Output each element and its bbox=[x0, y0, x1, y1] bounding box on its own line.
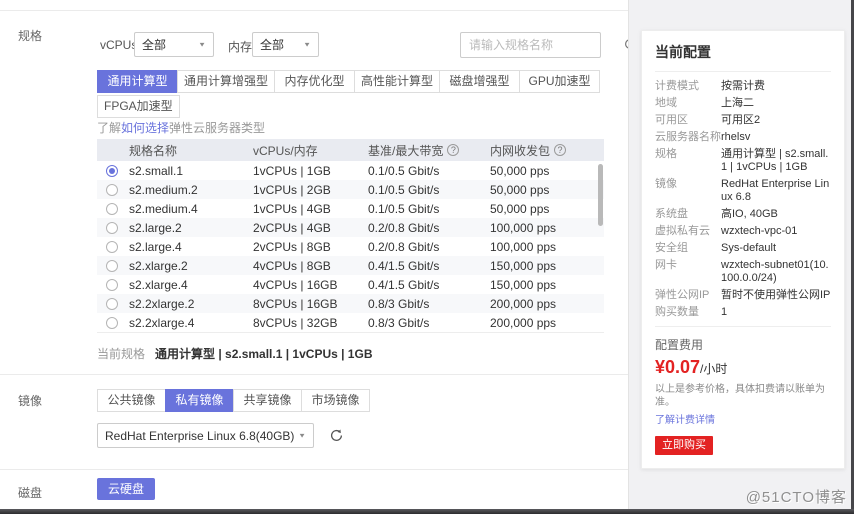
config-card-title: 当前配置 bbox=[655, 42, 831, 72]
tab-fpga-accelerated[interactable]: FPGA加速型 bbox=[97, 95, 180, 118]
config-row: 规格 通用计算型 | s2.small.1 | 1vCPUs | 1GB bbox=[655, 148, 829, 173]
cloud-disk-button[interactable]: 云硬盘 bbox=[97, 478, 155, 500]
col-pps: 内网收发包 ? bbox=[490, 142, 604, 159]
spec-type-tabs: 通用计算型 通用计算增强型 内存优化型 高性能计算型 磁盘增强型 GPU加速型 bbox=[97, 70, 601, 93]
vcpus-label: vCPUs bbox=[100, 38, 138, 52]
table-scrollbar[interactable] bbox=[598, 164, 603, 226]
tab-high-performance[interactable]: 高性能计算型 bbox=[354, 70, 441, 93]
config-row: 安全组 Sys-default bbox=[655, 242, 777, 254]
config-row: 网卡 wzxtech-subnet01(10.100.0.0/24) bbox=[655, 259, 829, 284]
radio-button[interactable] bbox=[106, 278, 118, 291]
fee-divider bbox=[655, 326, 831, 327]
spec-type-tabs-row2: FPGA加速型 bbox=[97, 95, 180, 118]
memory-select[interactable]: 全部 ▼ bbox=[252, 32, 319, 57]
radio-button[interactable] bbox=[106, 164, 118, 177]
spec-search-input[interactable] bbox=[469, 38, 624, 52]
current-spec-label: 当前规格 bbox=[97, 347, 146, 361]
col-bandwidth: 基准/最大带宽 ? bbox=[368, 142, 490, 159]
radio-button[interactable] bbox=[106, 221, 118, 234]
config-row: 地域 上海二 bbox=[655, 97, 754, 109]
config-list: 计费模式 按需计费 地域 上海二 可用区 可用区2 云服务器名称 rhelsv 规格 通用… bbox=[655, 80, 831, 319]
section-divider bbox=[0, 469, 628, 470]
tab-general-computing-plus[interactable]: 通用计算增强型 bbox=[177, 70, 276, 93]
image-type-tabs: 公共镜像 私有镜像 共享镜像 市场镜像 bbox=[97, 389, 370, 412]
learn-how-to-choose: 了解如何选择弹性云服务器类型 bbox=[97, 121, 266, 135]
col-flavor-name: 规格名称 bbox=[129, 143, 178, 158]
image-section-label: 镜像 bbox=[18, 394, 43, 408]
flavor-table: 规格名称 vCPUs/内存 基准/最大带宽 ? 内网收发包 ? s2.small… bbox=[97, 139, 604, 333]
memory-select-value: 全部 bbox=[260, 38, 285, 52]
col-vcpus-memory: vCPUs/内存 bbox=[253, 143, 318, 158]
radio-button[interactable] bbox=[106, 183, 118, 196]
table-row[interactable]: s2.2xlarge.2 8vCPUs | 16GB 0.8/3 Gbit/s … bbox=[97, 294, 604, 313]
vcpus-select-value: 全部 bbox=[142, 38, 167, 52]
flavor-table-header: 规格名称 vCPUs/内存 基准/最大带宽 ? 内网收发包 ? bbox=[97, 139, 604, 161]
config-row: 系统盘 高IO, 40GB bbox=[655, 208, 778, 220]
table-row[interactable]: s2.medium.4 1vCPUs | 4GB 0.1/0.5 Gbit/s … bbox=[97, 199, 604, 218]
table-row[interactable]: s2.xlarge.4 4vCPUs | 16GB 0.4/1.5 Gbit/s… bbox=[97, 275, 604, 294]
how-to-choose-link[interactable]: 如何选择 bbox=[121, 121, 169, 135]
vcpus-select[interactable]: 全部 ▼ bbox=[134, 32, 214, 57]
config-row: 计费模式 按需计费 bbox=[655, 80, 765, 92]
chevron-down-icon: ▼ bbox=[298, 431, 306, 439]
table-row[interactable]: s2.2xlarge.4 8vCPUs | 32GB 0.8/3 Gbit/s … bbox=[97, 313, 604, 332]
config-area: 规格 vCPUs 全部 ▼ 内存 全部 ▼ 通用计算型 通用计算增强型 内存优化… bbox=[0, 0, 638, 514]
table-row[interactable]: s2.xlarge.2 4vCPUs | 8GB 0.4/1.5 Gbit/s … bbox=[97, 256, 604, 275]
buy-now-button[interactable]: 立即购买 bbox=[655, 436, 713, 455]
radio-button[interactable] bbox=[106, 240, 118, 253]
image-select-value: RedHat Enterprise Linux 6.8(40GB) bbox=[105, 428, 295, 443]
radio-button[interactable] bbox=[106, 297, 118, 310]
tab-shared-image[interactable]: 共享镜像 bbox=[233, 389, 302, 412]
config-row: 镜像 RedHat Enterprise Linux 6.8 bbox=[655, 178, 830, 203]
tab-general-computing[interactable]: 通用计算型 bbox=[97, 70, 178, 93]
flavor-table-body: s2.small.1 1vCPUs | 1GB 0.1/0.5 Gbit/s 5… bbox=[97, 161, 604, 333]
tab-public-image[interactable]: 公共镜像 bbox=[97, 389, 166, 412]
disk-section-label: 磁盘 bbox=[18, 486, 43, 500]
watermark-51cto: @51CTO博客 bbox=[745, 489, 847, 506]
spec-section-label: 规格 bbox=[18, 29, 43, 43]
price-line: ¥0.07/小时 bbox=[655, 357, 831, 378]
price-unit: /小时 bbox=[700, 362, 728, 376]
section-top-divider bbox=[0, 10, 628, 11]
table-row[interactable]: s2.medium.2 1vCPUs | 2GB 0.1/0.5 Gbit/s … bbox=[97, 180, 604, 199]
tab-disk-intensive[interactable]: 磁盘增强型 bbox=[439, 70, 521, 93]
price-value: ¥0.07 bbox=[655, 357, 701, 377]
current-spec-value: 通用计算型 | s2.small.1 | 1vCPUs | 1GB bbox=[155, 347, 373, 361]
chevron-down-icon: ▼ bbox=[303, 40, 311, 48]
table-row[interactable]: s2.large.4 2vCPUs | 8GB 0.2/0.8 Gbit/s 1… bbox=[97, 237, 604, 256]
refresh-icon[interactable] bbox=[326, 425, 346, 445]
tab-memory-optimized[interactable]: 内存优化型 bbox=[274, 70, 356, 93]
help-icon[interactable]: ? bbox=[554, 144, 567, 156]
fee-label: 配置费用 bbox=[655, 338, 704, 352]
config-row: 弹性公网IP 暂时不使用弹性公网IP bbox=[655, 289, 831, 301]
section-divider bbox=[0, 374, 628, 375]
spec-search bbox=[460, 32, 638, 58]
radio-button[interactable] bbox=[106, 259, 118, 272]
tab-private-image[interactable]: 私有镜像 bbox=[165, 389, 234, 412]
config-row: 云服务器名称 rhelsv bbox=[655, 131, 751, 143]
config-row: 购买数量 1 bbox=[655, 306, 728, 318]
table-row[interactable]: s2.small.1 1vCPUs | 1GB 0.1/0.5 Gbit/s 5… bbox=[97, 161, 604, 180]
current-config-card: 当前配置 计费模式 按需计费 地域 上海二 可用区 可用区2 云服务器名称 rhelsv… bbox=[641, 30, 845, 469]
tab-gpu-accelerated[interactable]: GPU加速型 bbox=[519, 70, 601, 93]
chevron-down-icon: ▼ bbox=[198, 40, 206, 48]
current-config-panel: 当前配置 计费模式 按需计费 地域 上海二 可用区 可用区2 云服务器名称 rhelsv… bbox=[628, 0, 851, 514]
billing-details-link[interactable]: 了解计费详情 bbox=[655, 411, 831, 426]
config-row: 可用区 可用区2 bbox=[655, 114, 761, 126]
fee-note: 以上是参考价格，具体扣费请以账单为准。 bbox=[655, 384, 825, 408]
radio-button[interactable] bbox=[106, 316, 118, 329]
help-icon[interactable]: ? bbox=[447, 144, 460, 156]
screenshot-bottom-edge bbox=[0, 509, 854, 514]
radio-button[interactable] bbox=[106, 202, 118, 215]
image-select[interactable]: RedHat Enterprise Linux 6.8(40GB) ▼ bbox=[97, 423, 314, 448]
config-row: 虚拟私有云 wzxtech-vpc-01 bbox=[655, 225, 798, 237]
table-row[interactable]: s2.large.2 2vCPUs | 4GB 0.2/0.8 Gbit/s 1… bbox=[97, 218, 604, 237]
ecs-purchase-page: 规格 vCPUs 全部 ▼ 内存 全部 ▼ 通用计算型 通用计算增强型 内存优化… bbox=[0, 0, 854, 514]
memory-label: 内存 bbox=[228, 40, 253, 54]
tab-marketplace-image[interactable]: 市场镜像 bbox=[301, 389, 370, 412]
